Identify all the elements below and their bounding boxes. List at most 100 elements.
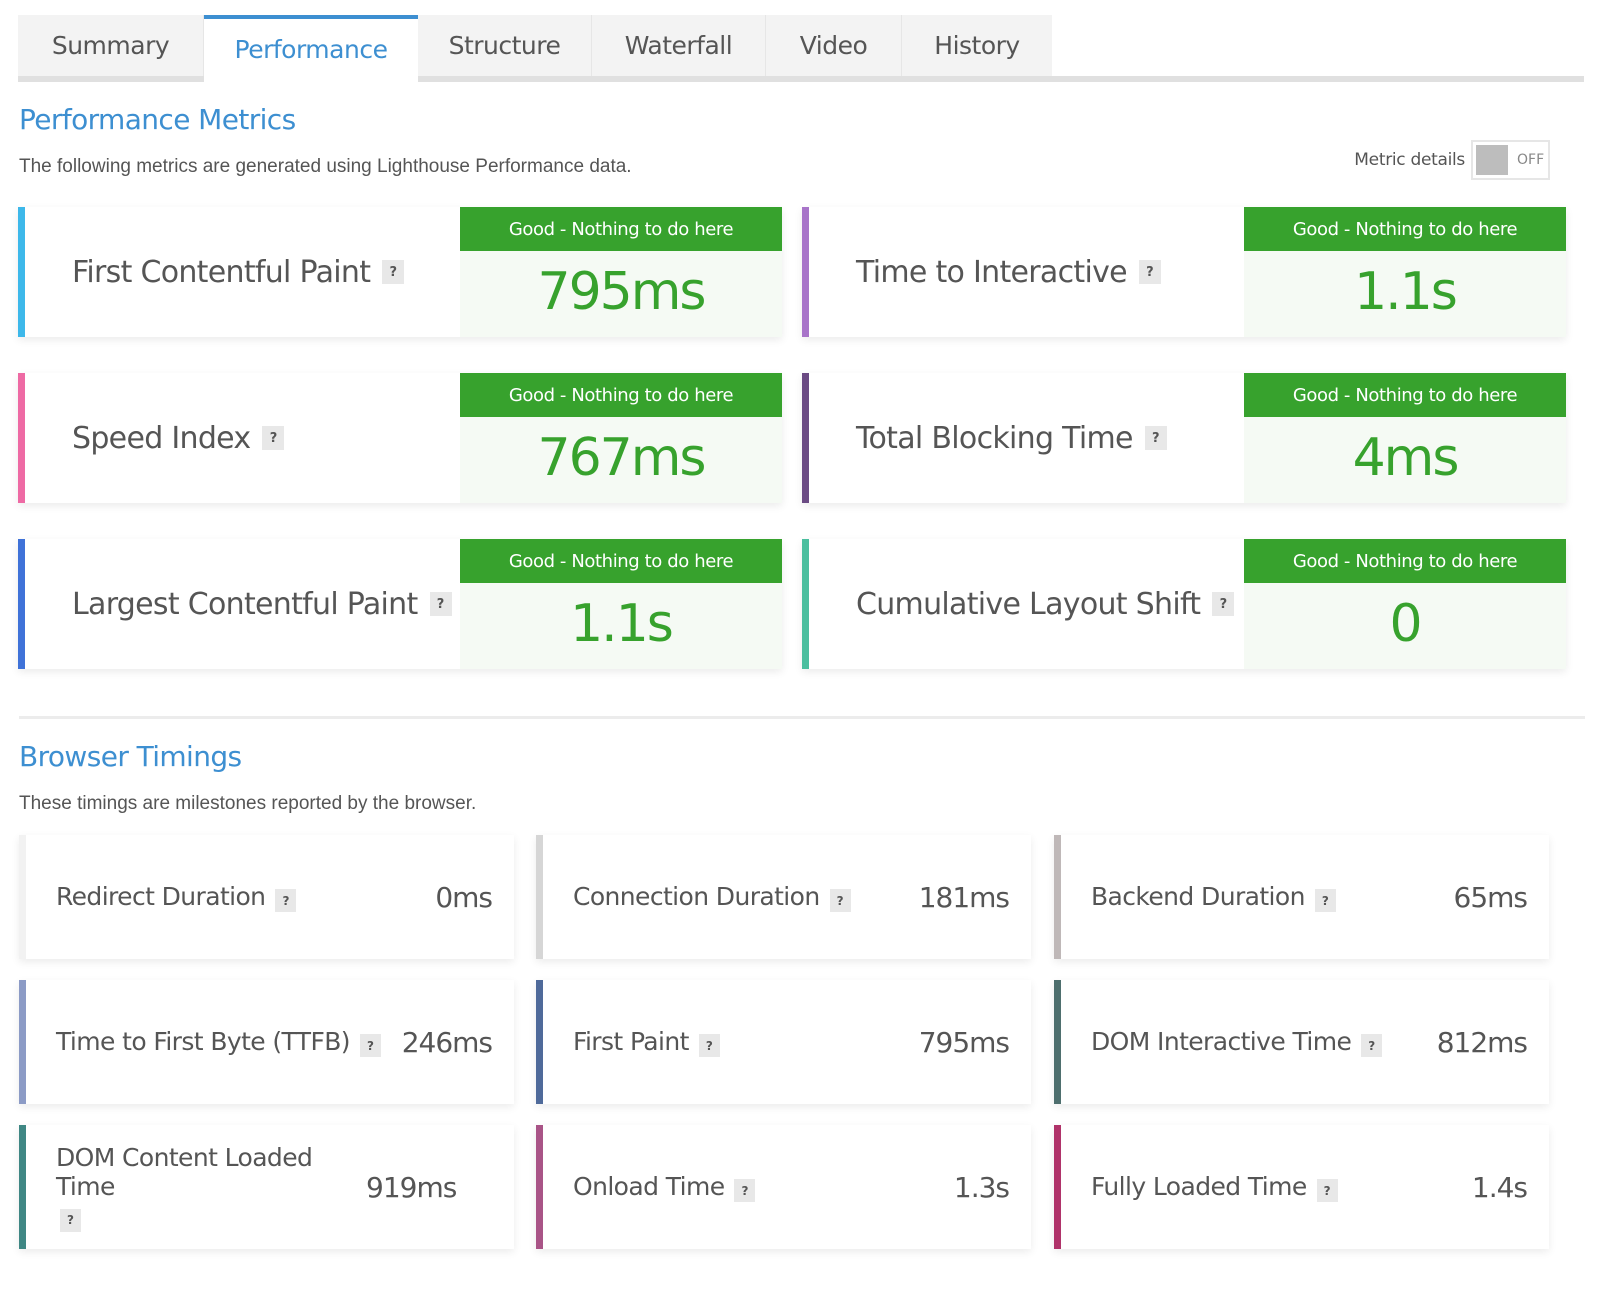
metric-value-area: Good - Nothing to do here 1.1s bbox=[460, 539, 782, 669]
timing-value: 812ms bbox=[1436, 1025, 1528, 1059]
tab-performance[interactable]: Performance bbox=[204, 15, 418, 82]
metric-color-bar bbox=[802, 373, 809, 503]
timing-value: 1.3s bbox=[953, 1170, 1010, 1204]
metric-label: Largest Contentful Paint bbox=[72, 586, 418, 622]
timing-label: Onload Time bbox=[573, 1172, 725, 1201]
timing-label: DOM Content Loaded Time bbox=[56, 1142, 313, 1201]
metric-label-area: Cumulative Layout Shift? bbox=[809, 539, 1244, 669]
help-icon[interactable]: ? bbox=[698, 1034, 720, 1057]
timing-color-bar bbox=[1054, 980, 1061, 1104]
metric-grade-badge: Good - Nothing to do here bbox=[1244, 373, 1566, 417]
toggle-knob bbox=[1476, 145, 1508, 175]
timing-card: DOM Interactive Time? 812ms bbox=[1054, 980, 1549, 1104]
timing-color-bar bbox=[536, 1125, 543, 1249]
metric-label-area: First Contentful Paint? bbox=[25, 207, 460, 337]
timing-color-bar bbox=[536, 980, 543, 1104]
metric-value-area: Good - Nothing to do here 1.1s bbox=[1244, 207, 1566, 337]
help-icon[interactable]: ? bbox=[429, 592, 452, 616]
metric-card: Cumulative Layout Shift? Good - Nothing t… bbox=[802, 539, 1566, 669]
metric-card: Largest Contentful Paint? Good - Nothing … bbox=[18, 539, 782, 669]
timing-label-area: Fully Loaded Time? bbox=[1061, 1172, 1472, 1202]
timing-label-area: Redirect Duration? bbox=[26, 882, 435, 912]
performance-metrics-subtitle: The following metrics are generated usin… bbox=[19, 156, 632, 177]
tab-structure[interactable]: Structure bbox=[418, 15, 592, 76]
timing-color-bar bbox=[1054, 1125, 1061, 1249]
help-icon[interactable]: ? bbox=[275, 889, 297, 912]
timing-value: 181ms bbox=[918, 880, 1010, 914]
timing-label-area: DOM Interactive Time? bbox=[1061, 1027, 1437, 1057]
timing-label-area: Connection Duration? bbox=[543, 882, 919, 912]
help-icon[interactable]: ? bbox=[1361, 1034, 1383, 1057]
metric-card: Total Blocking Time? Good - Nothing to do… bbox=[802, 373, 1566, 503]
metric-details-control: Metric details OFF bbox=[1354, 140, 1550, 180]
metric-label: Total Blocking Time bbox=[856, 420, 1133, 456]
help-icon[interactable]: ? bbox=[359, 1034, 381, 1057]
timing-color-bar bbox=[1054, 835, 1061, 959]
toggle-state: OFF bbox=[1517, 152, 1545, 168]
timing-color-bar bbox=[19, 980, 26, 1104]
timing-label-area: Time to First Byte (TTFB)? bbox=[26, 1027, 402, 1057]
timing-value: 0ms bbox=[435, 880, 493, 914]
metric-value: 767ms bbox=[537, 428, 707, 488]
help-icon[interactable]: ? bbox=[829, 889, 851, 912]
timing-card: Fully Loaded Time? 1.4s bbox=[1054, 1125, 1549, 1249]
timing-card: Backend Duration? 65ms bbox=[1054, 835, 1549, 959]
metric-label-area: Largest Contentful Paint? bbox=[25, 539, 460, 669]
timing-card: Redirect Duration? 0ms bbox=[19, 835, 514, 959]
metric-color-bar bbox=[18, 373, 25, 503]
help-icon[interactable]: ? bbox=[734, 1179, 756, 1202]
timing-value: 919ms bbox=[366, 1170, 457, 1204]
metric-card: Time to Interactive? Good - Nothing to do… bbox=[802, 207, 1566, 337]
metric-label: Cumulative Layout Shift bbox=[856, 586, 1201, 622]
metric-grade-badge: Good - Nothing to do here bbox=[460, 539, 782, 583]
tab-video[interactable]: Video bbox=[766, 15, 902, 76]
metric-grade-badge: Good - Nothing to do here bbox=[460, 373, 782, 417]
metric-label-area: Time to Interactive? bbox=[809, 207, 1244, 337]
metric-color-bar bbox=[802, 539, 809, 669]
timing-label: DOM Interactive Time bbox=[1091, 1027, 1352, 1056]
timing-label-area: Backend Duration? bbox=[1061, 882, 1454, 912]
timing-color-bar bbox=[536, 835, 543, 959]
metric-value: 795ms bbox=[537, 262, 707, 322]
timing-label-area: Onload Time? bbox=[543, 1172, 954, 1202]
timing-label: First Paint bbox=[573, 1027, 689, 1056]
help-icon[interactable]: ? bbox=[1138, 260, 1161, 284]
tab-summary[interactable]: Summary bbox=[18, 15, 204, 76]
help-icon[interactable]: ? bbox=[60, 1208, 81, 1232]
timing-value: 1.4s bbox=[1471, 1170, 1528, 1204]
timing-label-area: First Paint? bbox=[543, 1027, 919, 1057]
timing-card: DOM Content Loaded Time? 919ms bbox=[19, 1125, 514, 1249]
metric-value: 0 bbox=[1389, 594, 1422, 654]
help-icon[interactable]: ? bbox=[1316, 1179, 1338, 1202]
help-icon[interactable]: ? bbox=[1212, 592, 1235, 616]
metric-label-area: Speed Index? bbox=[25, 373, 460, 503]
help-icon[interactable]: ? bbox=[382, 260, 405, 284]
help-icon[interactable]: ? bbox=[262, 426, 285, 450]
timing-label: Fully Loaded Time bbox=[1091, 1172, 1307, 1201]
timing-card: Connection Duration? 181ms bbox=[536, 835, 1031, 959]
timing-color-bar bbox=[19, 1125, 26, 1249]
metric-value: 4ms bbox=[1352, 428, 1460, 488]
help-icon[interactable]: ? bbox=[1314, 889, 1336, 912]
tab-waterfall[interactable]: Waterfall bbox=[592, 15, 766, 76]
timing-card: Onload Time? 1.3s bbox=[536, 1125, 1031, 1249]
metric-value-area: Good - Nothing to do here 0 bbox=[1244, 539, 1566, 669]
metric-color-bar bbox=[18, 539, 25, 669]
browser-timings-subtitle: These timings are milestones reported by… bbox=[19, 793, 477, 814]
tabs: Summary Performance Structure Waterfall … bbox=[18, 15, 1052, 82]
metric-grade-badge: Good - Nothing to do here bbox=[460, 207, 782, 251]
metric-details-toggle[interactable]: OFF bbox=[1471, 140, 1550, 180]
metric-card: First Contentful Paint? Good - Nothing to… bbox=[18, 207, 782, 337]
metric-value-area: Good - Nothing to do here 4ms bbox=[1244, 373, 1566, 503]
metric-label: First Contentful Paint bbox=[72, 254, 371, 290]
metric-color-bar bbox=[802, 207, 809, 337]
metric-grade-badge: Good - Nothing to do here bbox=[1244, 539, 1566, 583]
timing-card: First Paint? 795ms bbox=[536, 980, 1031, 1104]
timing-value: 65ms bbox=[1453, 880, 1528, 914]
section-divider bbox=[19, 716, 1585, 719]
metric-grade-badge: Good - Nothing to do here bbox=[1244, 207, 1566, 251]
timing-label-area: DOM Content Loaded Time? bbox=[26, 1143, 366, 1232]
timing-value: 246ms bbox=[401, 1025, 493, 1059]
help-icon[interactable]: ? bbox=[1144, 426, 1167, 450]
tab-history[interactable]: History bbox=[902, 15, 1052, 76]
